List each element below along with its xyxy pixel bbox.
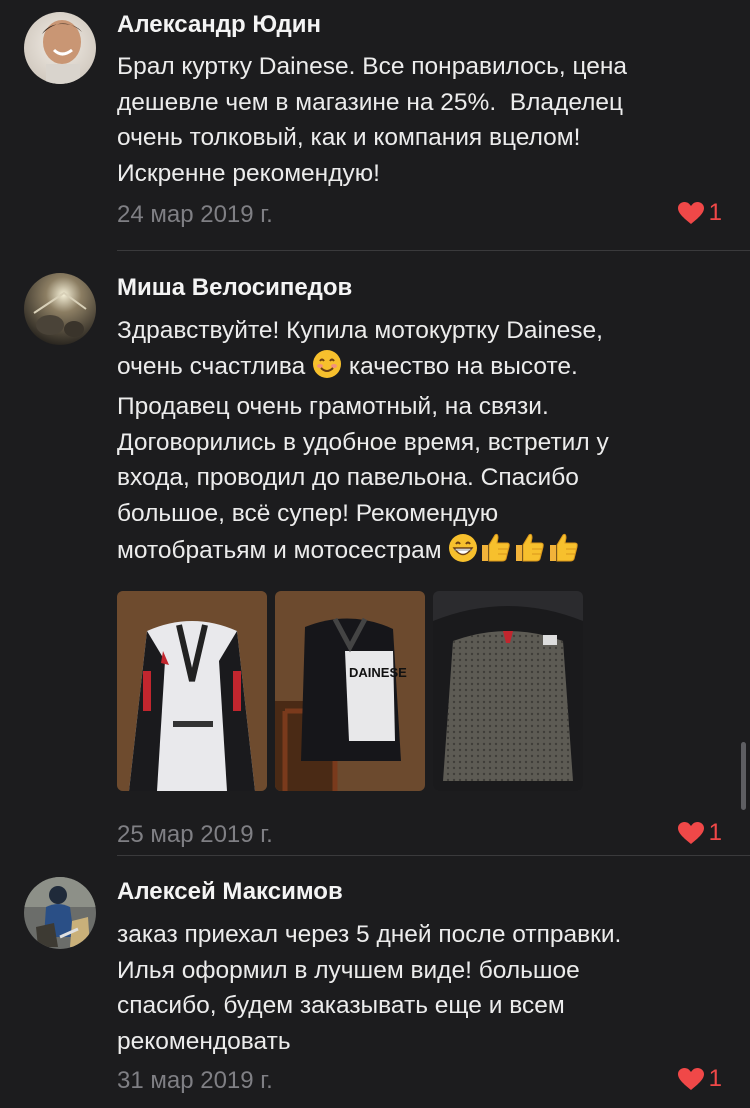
photo-thumbnail[interactable] [117,590,267,791]
review-meta: 31 мар 2019 г. 1 [117,1065,722,1101]
review-item: Александр Юдин Брал куртку Dainese. Все … [0,10,750,235]
review-date: 25 мар 2019 г. [117,820,273,848]
heart-icon [677,821,704,844]
avatar[interactable] [24,12,96,84]
author-name[interactable]: Алексей Максимов [117,877,722,907]
heart-icon [677,1068,704,1090]
avatar[interactable] [24,877,96,949]
grinning-face-emoji [448,533,478,574]
thumbs-up-emoji [478,531,512,574]
photo-thumbnail[interactable] [433,590,583,791]
photo-thumbnail[interactable]: DAINESE [275,590,425,791]
review-date: 31 мар 2019 г. [117,1067,273,1094]
scrollbar[interactable] [741,742,746,810]
author-name[interactable]: Миша Велосипедов [117,273,722,303]
author-name[interactable]: Александр Юдин [117,10,722,40]
like-count: 1 [708,1065,722,1092]
thumbs-up-emoji [546,531,580,574]
smiling-face-emoji [312,349,342,390]
like-button[interactable]: 1 [677,819,722,847]
like-button[interactable]: 1 [677,199,722,227]
review-meta: 24 мар 2019 г. 1 [117,199,722,235]
photo-gallery: DAINESE [117,590,722,791]
review-text: Здравствуйте! Купила мотокуртку Dainese,… [117,313,722,574]
review-meta: 25 мар 2019 г. 1 [117,819,722,855]
divider [117,855,750,856]
review-text: заказ приехал через 5 дней после отправк… [117,921,622,1055]
thumbs-up-emoji [512,531,546,574]
avatar[interactable] [24,273,96,345]
heart-icon [677,202,704,224]
divider [117,250,750,251]
review-date: 24 мар 2019 г. [117,201,273,228]
like-count: 1 [708,199,722,226]
review-item: Алексей Максимов заказ приехал через 5 д… [0,877,750,1101]
review-text: Брал куртку Dainese. Все понравилось, це… [117,53,628,187]
review-item: Миша Велосипедов Здравствуйте! Купила мо… [0,273,750,855]
svg-text:DAINESE: DAINESE [349,665,407,680]
like-button[interactable]: 1 [677,1065,722,1093]
like-count: 1 [708,818,722,846]
